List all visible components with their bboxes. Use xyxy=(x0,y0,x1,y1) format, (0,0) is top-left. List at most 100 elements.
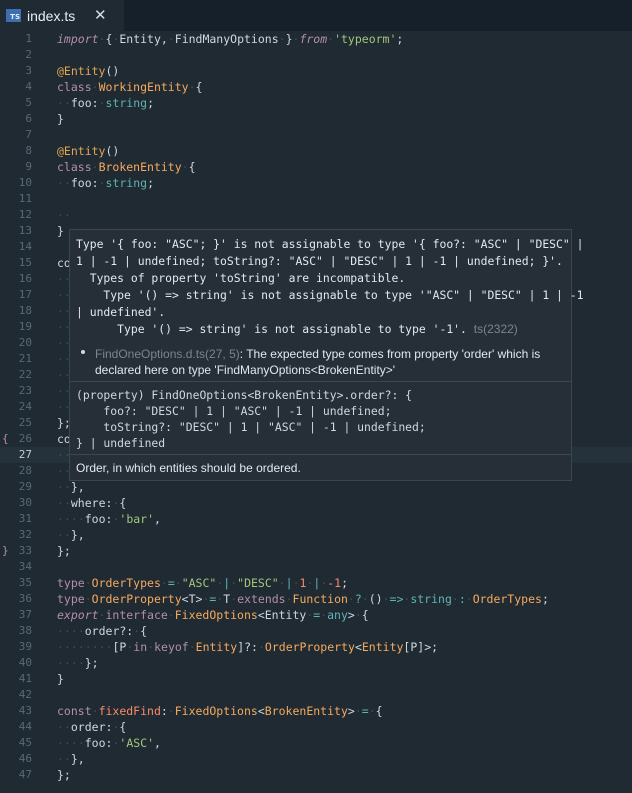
code-text: } xyxy=(57,672,64,686)
code-line[interactable]: 4 class·WorkingEntity·{ xyxy=(0,79,632,95)
line-number: 30 xyxy=(18,496,32,509)
line-number: 29 xyxy=(18,480,32,493)
code-text: } xyxy=(57,112,64,126)
line-number: 46 xyxy=(18,752,32,765)
line-number: 9 xyxy=(25,160,32,173)
line-number: 6 xyxy=(25,112,32,125)
tab-title: index.ts xyxy=(27,7,76,24)
code-text: } xyxy=(57,224,64,238)
code-line[interactable]: 31 ····foo:·'bar', xyxy=(0,511,632,527)
code-line[interactable]: 32 ··}, xyxy=(0,527,632,543)
tab-index-ts[interactable]: TS index.ts ✕ xyxy=(0,0,124,31)
line-number: 1 xyxy=(25,32,32,45)
code-line[interactable]: 29 ··}, xyxy=(0,479,632,495)
code-line[interactable]: 47}; xyxy=(0,767,632,783)
code-text: ········[P·in·keyof·Entity]?:·OrderPrope… xyxy=(57,640,439,654)
code-line[interactable]: 39 ········[P·in·keyof·Entity]?:·OrderPro… xyxy=(0,639,632,655)
line-number: 13 xyxy=(18,224,32,237)
bullet-icon xyxy=(81,350,85,354)
line-number: 21 xyxy=(18,352,32,365)
code-line[interactable]: 35 type·OrderTypes·=·"ASC"·|·"DESC"·|·1·|… xyxy=(0,575,632,591)
code-line[interactable]: 46 ··}, xyxy=(0,751,632,767)
line-number: 18 xyxy=(18,304,32,317)
code-line[interactable]: 30 ··where:·{ xyxy=(0,495,632,511)
line-number: 34 xyxy=(18,560,32,573)
code-text: @Entity() xyxy=(57,64,120,78)
code-line[interactable]: 5 ··foo:·string; xyxy=(0,95,632,111)
signature-line: (property) FindOneOptions<BrokenEntity>.… xyxy=(76,388,413,402)
problem-message-line: Type '{ foo: "ASC"; }' is not assignable… xyxy=(76,237,584,251)
code-line[interactable]: 3 @Entity() xyxy=(0,63,632,79)
code-line[interactable]: 2 xyxy=(0,47,632,63)
code-line[interactable]: 1 import·{·Entity,·FindManyOptions·}·from… xyxy=(0,31,632,47)
line-number: 38 xyxy=(18,624,32,637)
line-number: 24 xyxy=(18,400,32,413)
line-number: 16 xyxy=(18,272,32,285)
code-line[interactable]: 43 const·fixedFind:·FixedOptions<BrokenEn… xyxy=(0,703,632,719)
code-text: const·fixedFind:·FixedOptions<BrokenEnti… xyxy=(57,704,383,718)
code-line[interactable]: 45 ····foo:·'ASC', xyxy=(0,735,632,751)
line-number: 2 xyxy=(25,48,32,61)
line-number: 12 xyxy=(18,208,32,221)
error-code: ts(2322) xyxy=(473,322,518,336)
line-number: 42 xyxy=(18,688,32,701)
line-number: 27 xyxy=(18,448,32,461)
line-number: 4 xyxy=(25,80,32,93)
line-number: 5 xyxy=(25,96,32,109)
code-text: ··where:·{ xyxy=(57,496,127,510)
code-line[interactable]: 7 xyxy=(0,127,632,143)
line-number: 25 xyxy=(18,416,32,429)
line-number: 22 xyxy=(18,368,32,381)
code-text: ··foo:·string; xyxy=(57,176,154,190)
line-number: 20 xyxy=(18,336,32,349)
code-line[interactable]: 37 export·interface·FixedOptions<Entity·=… xyxy=(0,607,632,623)
code-text: ··order:·{ xyxy=(57,720,127,734)
code-line[interactable]: 44 ··order:·{ xyxy=(0,719,632,735)
line-number: 8 xyxy=(25,144,32,157)
code-text: ··}, xyxy=(57,752,85,766)
code-line[interactable]: 36 type·OrderProperty<T>·=·T·extends·Func… xyxy=(0,591,632,607)
line-number: 17 xyxy=(18,288,32,301)
related-file-link[interactable]: FindOneOptions.d.ts(27, 5) xyxy=(95,347,240,361)
code-line[interactable]: 12 ·· xyxy=(0,207,632,223)
line-number: 44 xyxy=(18,720,32,733)
code-line[interactable]: 34 xyxy=(0,559,632,575)
line-number: 41 xyxy=(18,672,32,685)
code-line[interactable]: 11 xyxy=(0,191,632,207)
code-line[interactable]: 8 @Entity() xyxy=(0,143,632,159)
problem-message-line: Type '() => string' is not assignable to… xyxy=(76,288,584,302)
code-text: class·WorkingEntity·{ xyxy=(57,80,203,94)
code-line[interactable]: 38 ····order?:·{ xyxy=(0,623,632,639)
signature-line: foo?: "DESC" | 1 | "ASC" | -1 | undefine… xyxy=(76,404,392,418)
problem-message-text: Type '() => string' is not assignable to… xyxy=(76,322,467,336)
code-text: }; xyxy=(57,544,71,558)
code-line[interactable]: 40 ····}; xyxy=(0,655,632,671)
code-text: class·BrokenEntity·{ xyxy=(57,160,196,174)
code-text: ····foo:·'ASC', xyxy=(57,736,161,750)
code-line[interactable]: 33}}; xyxy=(0,543,632,559)
divider xyxy=(70,454,571,455)
code-line[interactable]: 41} xyxy=(0,671,632,687)
code-line[interactable]: 6} xyxy=(0,111,632,127)
signature-line: toString?: "DESC" | 1 | "ASC" | -1 | und… xyxy=(76,420,426,434)
line-number: 3 xyxy=(25,64,32,77)
close-icon[interactable]: ✕ xyxy=(94,6,107,24)
code-text: type·OrderTypes·=·"ASC"·|·"DESC"·|·1·|·-… xyxy=(57,576,349,590)
bracket-match-marker: { xyxy=(2,432,9,445)
line-number: 23 xyxy=(18,384,32,397)
code-text: ··}, xyxy=(57,480,85,494)
code-line[interactable]: 10 ··foo:·string; xyxy=(0,175,632,191)
line-number: 14 xyxy=(18,240,32,253)
line-number: 35 xyxy=(18,576,32,589)
code-line[interactable]: 9 class·BrokenEntity·{ xyxy=(0,159,632,175)
signature-line: } | undefined xyxy=(76,436,166,450)
code-editor[interactable]: 1 import·{·Entity,·FindManyOptions·}·from… xyxy=(0,31,632,793)
code-line[interactable]: 42 xyxy=(0,687,632,703)
code-text: ····order?:·{ xyxy=(57,624,148,638)
line-number: 19 xyxy=(18,320,32,333)
line-number: 45 xyxy=(18,736,32,749)
line-number: 31 xyxy=(18,512,32,525)
problem-message-line: Type '() => string' is not assignable to… xyxy=(76,321,518,337)
line-number: 7 xyxy=(25,128,32,141)
line-number: 43 xyxy=(18,704,32,717)
